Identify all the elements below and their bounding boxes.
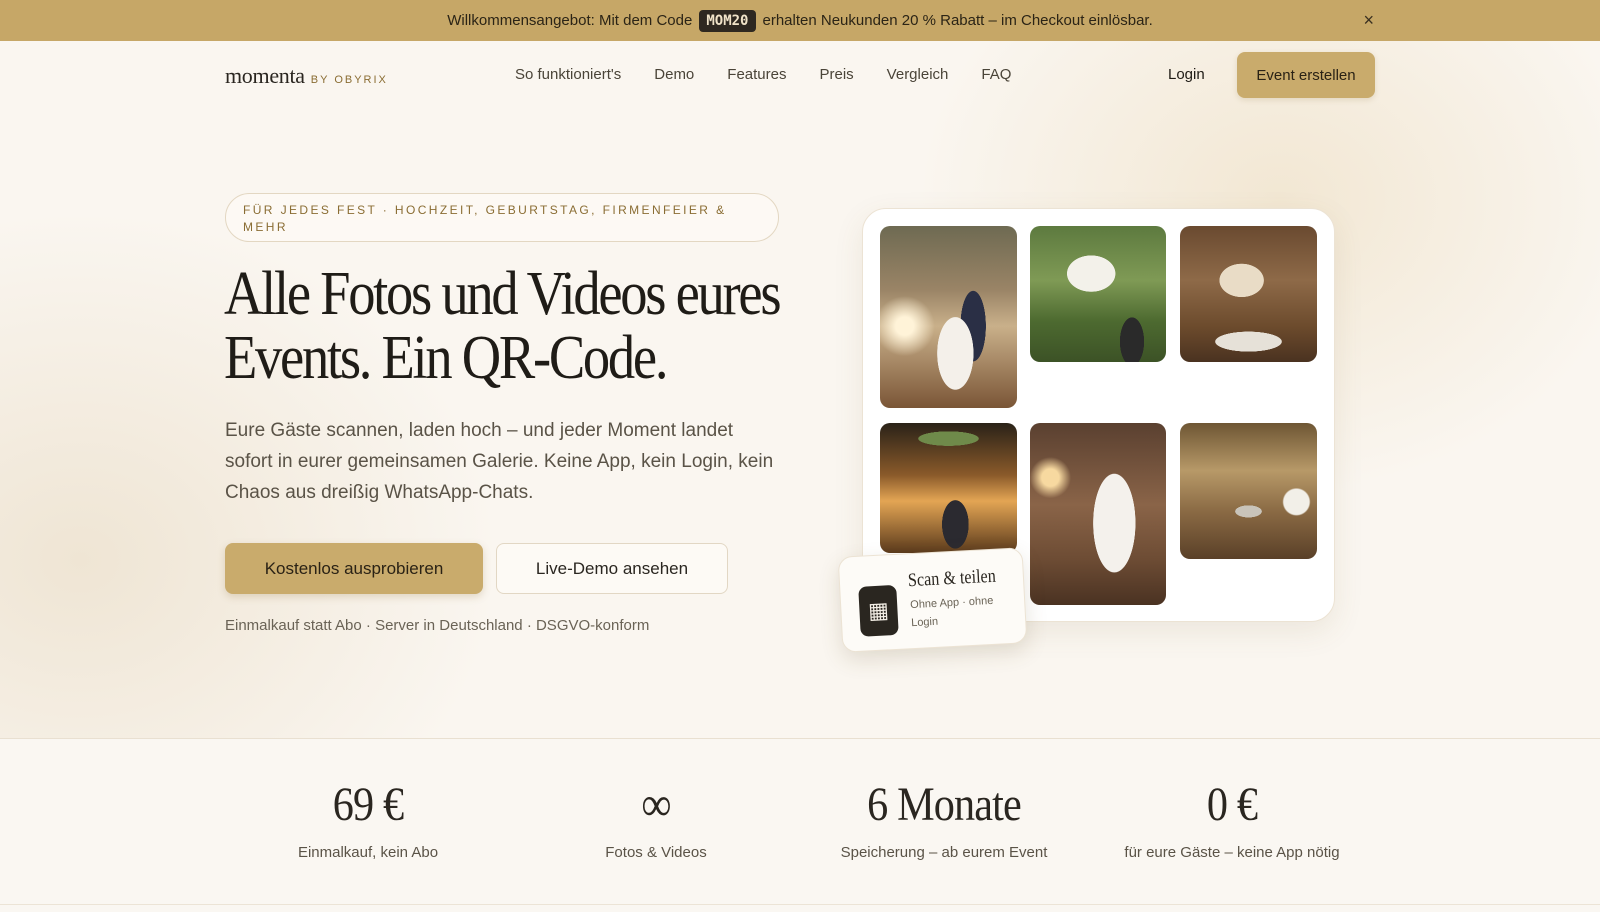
stat-label: Einmalkauf, kein Abo [297,844,439,861]
stat-guests-free: 0 € für eure Gäste – keine App nötig [1082,775,1382,861]
title-line-2: Events. Ein QR-Code. [224,324,668,392]
hero-lead: Eure Gäste scannen, laden hoch – und jed… [225,420,774,503]
scan-card-subtitle: Ohne App · ohne Login [909,594,994,630]
title-line-1: Alle Fotos und Videos eures [224,260,782,328]
try-free-button[interactable]: Kostenlos ausprobieren [225,543,483,594]
nav-item-features[interactable]: Features [727,66,786,83]
main-nav: So funktioniert's Demo Features Preis Ve… [515,66,1011,83]
stat-value: ∞ [641,778,671,831]
nav-item-comparison[interactable]: Vergleich [887,66,949,83]
logo[interactable]: momenta BY OBYRIX [225,63,388,89]
photo-ceremony [1030,226,1166,362]
promo-text-after: erhalten Neukunden 20 % Rabatt – im Chec… [762,12,1153,29]
stat-unlimited: ∞ Fotos & Videos [506,775,806,861]
page-title: Alle Fotos und Videos eures Events. Ein … [224,262,787,390]
stat-storage: 6 Monate Speicherung – ab eurem Event [794,775,1094,861]
scan-share-card: ▦ Scan & teilen Ohne App · ohne Login [837,547,1028,653]
stat-label: Speicherung – ab eurem Event [840,844,1048,861]
stat-value: 6 Monate [867,778,1022,831]
nav-item-faq[interactable]: FAQ [981,66,1011,83]
logo-by: BY OBYRIX [310,74,388,86]
photo-wedding-cake [1030,423,1166,605]
site-header: momenta BY OBYRIX So funktioniert's Demo … [0,41,1600,109]
photo-first-dance [880,226,1017,408]
photo-tent-dance [880,423,1017,553]
stat-label: für eure Gäste – keine App nötig [1124,844,1340,861]
stat-value: 0 € [1206,778,1258,831]
create-event-button[interactable]: Event erstellen [1237,52,1375,98]
scan-card-title: Scan & teilen [907,565,997,592]
login-link[interactable]: Login [1168,66,1205,83]
photo-table-decor [1180,226,1317,362]
photo-rings [1180,423,1317,559]
stat-label: Fotos & Videos [605,844,707,861]
stat-price: 69 € Einmalkauf, kein Abo [218,775,518,861]
live-demo-button[interactable]: Live-Demo ansehen [496,543,728,594]
qr-code-icon: ▦ [858,584,899,637]
nav-item-demo[interactable]: Demo [654,66,694,83]
nav-item-price[interactable]: Preis [819,66,853,83]
stat-value: 69 € [332,778,404,831]
promo-code: MOM20 [699,9,756,32]
eyebrow-badge: FÜR JEDES FEST · HOCHZEIT, GEBURTSTAG, F… [225,193,779,242]
bottom-divider [0,904,1600,905]
nav-item-how-it-works[interactable]: So funktioniert's [515,66,621,83]
promo-text-before: Willkommensangebot: Mit dem Code [447,12,693,29]
promo-banner: Willkommensangebot: Mit dem Code MOM20 e… [0,0,1600,41]
trust-line: Einmalkauf statt Abo · Server in Deutsch… [225,617,650,634]
close-icon[interactable]: × [1363,11,1374,29]
logo-wordmark: momenta [225,63,305,88]
